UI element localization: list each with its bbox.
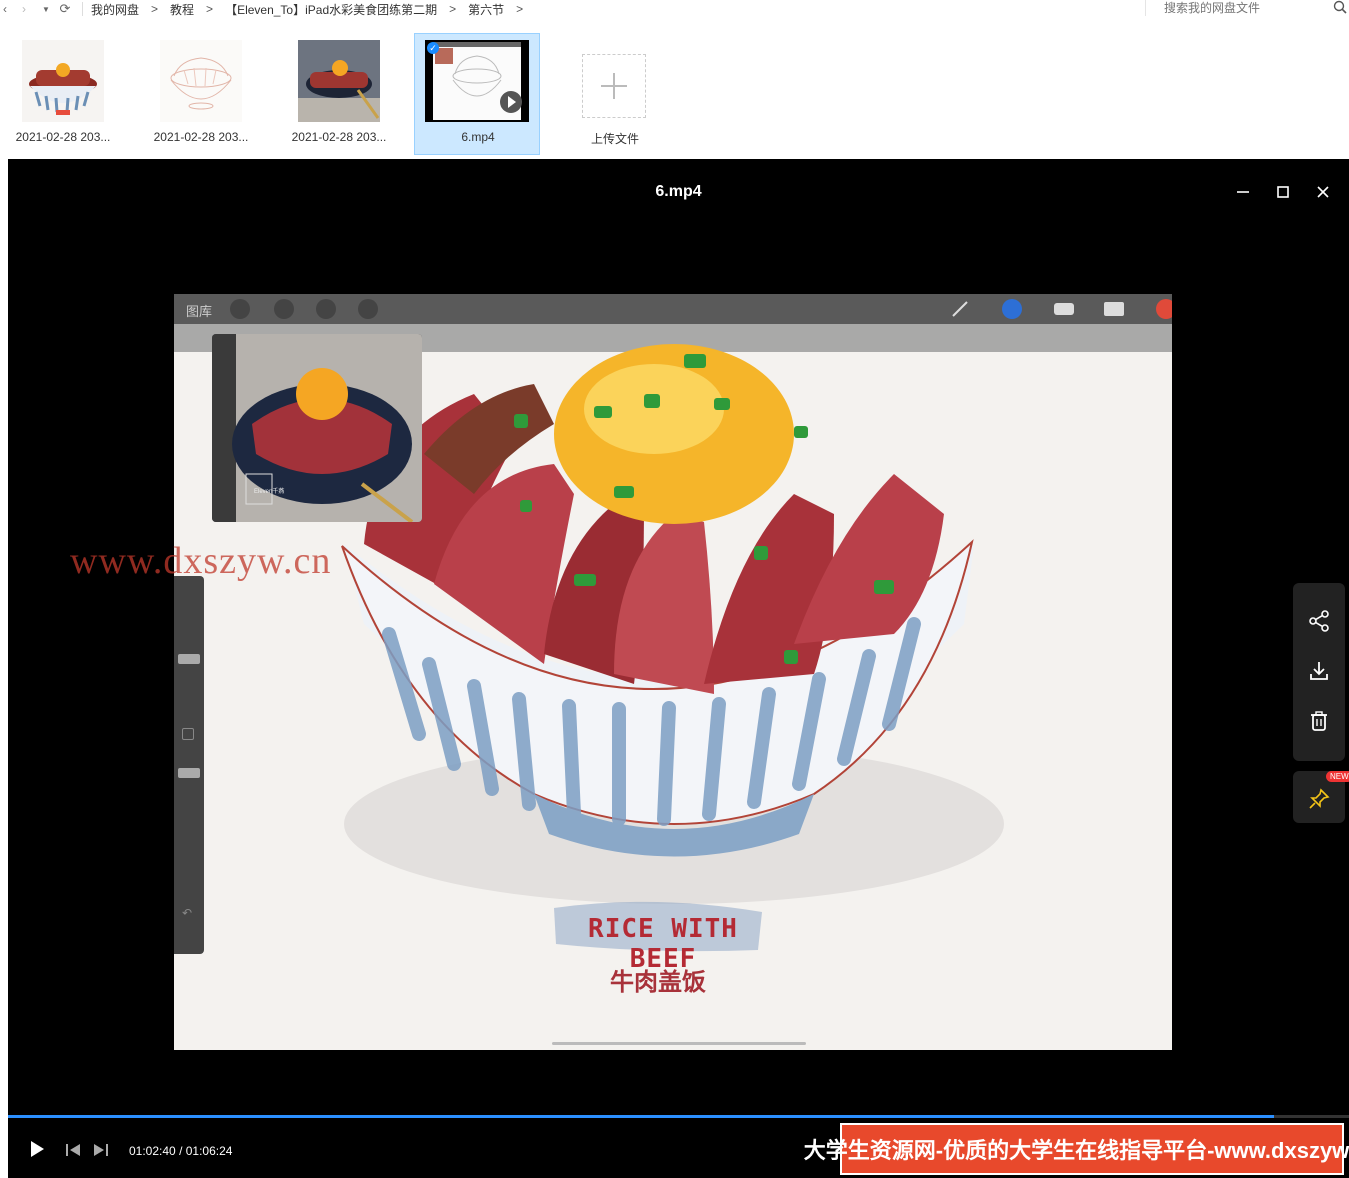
procreate-sidebar: ↶ <box>174 576 204 954</box>
progress-bar[interactable] <box>8 1115 1349 1118</box>
search-box <box>1145 0 1349 16</box>
time-separator: / <box>179 1144 183 1158</box>
promo-banner: 大学生资源网-优质的大学生在线指导平台-www.dxszyw.cn <box>804 1123 1349 1175</box>
video-frame[interactable]: 图库 RICE WITH BEEF 牛肉盖饭 Eleven千燕 ↶ <box>174 294 1186 1050</box>
art-subtitle: 牛肉盖饭 <box>610 969 706 996</box>
progress-fill <box>8 1115 1274 1118</box>
reference-label: Eleven千燕 <box>254 489 285 495</box>
next-icon[interactable] <box>92 1142 110 1158</box>
upload-file-button[interactable]: 上传文件 <box>552 34 678 154</box>
total-time: 01:06:24 <box>185 1144 233 1158</box>
sketch-thumbnail <box>160 40 242 122</box>
opacity-slider <box>178 768 200 778</box>
breadcrumb-separator: > <box>151 2 159 16</box>
current-time: 01:02:40 <box>129 1144 176 1158</box>
video-thumbnail <box>425 40 529 122</box>
player-title: 6.mp4 <box>655 183 702 200</box>
file-item-photo[interactable]: 2021-02-28 203... <box>276 34 402 154</box>
undo-icon: ↶ <box>182 906 193 920</box>
divider <box>82 2 83 16</box>
breadcrumb-my-drive[interactable]: 我的网盘 <box>91 1 139 18</box>
file-item-video[interactable]: ✓ 6.mp4 <box>414 33 540 155</box>
plus-icon <box>582 54 646 118</box>
file-name: 2021-02-28 203... <box>15 130 111 144</box>
breadcrumb-bar: ‹ › ▼ ⟳ 我的网盘 > 教程 > 【Eleven_To】iPad水彩美食团… <box>0 0 1349 18</box>
breadcrumb-separator: > <box>206 2 214 16</box>
pin-icon <box>1309 788 1330 809</box>
file-name: 2021-02-28 203... <box>153 130 249 144</box>
breadcrumb-tutorials[interactable]: 教程 <box>170 1 194 18</box>
video-player: 6.mp4 图库 RICE WITH BEEF 牛肉盖饭 Eleven千燕 ↶ … <box>8 159 1349 1178</box>
file-name: 2021-02-28 203... <box>291 130 387 144</box>
previous-icon[interactable] <box>64 1142 82 1158</box>
refresh-icon[interactable]: ⟳ <box>54 0 76 18</box>
side-action-panel <box>1293 583 1345 761</box>
file-item-image[interactable]: 2021-02-28 203... <box>0 34 126 154</box>
back-button[interactable]: ‹ <box>0 0 10 18</box>
time-display: 01:02:40 / 01:06:24 <box>129 1144 232 1158</box>
modify-button-icon <box>182 728 194 740</box>
share-icon[interactable] <box>1307 609 1331 633</box>
breadcrumb-separator: > <box>449 2 457 16</box>
breadcrumb-course[interactable]: 【Eleven_To】iPad水彩美食团练第二期 <box>225 1 437 18</box>
search-icon[interactable] <box>1333 0 1347 14</box>
file-item-sketch[interactable]: 2021-02-28 203... <box>138 34 264 154</box>
delete-icon[interactable] <box>1307 709 1331 733</box>
scroll-indicator <box>552 1042 806 1045</box>
play-icon[interactable] <box>28 1139 46 1159</box>
brush-size-slider <box>178 654 200 664</box>
forward-button[interactable]: › <box>10 0 38 18</box>
selected-check-icon[interactable]: ✓ <box>427 42 439 54</box>
close-icon[interactable] <box>1312 181 1334 203</box>
breadcrumb-separator: > <box>516 2 524 16</box>
file-name: 6.mp4 <box>461 130 495 144</box>
maximize-icon[interactable] <box>1272 181 1294 203</box>
reference-image-window: Eleven千燕 <box>212 334 422 522</box>
search-input[interactable] <box>1164 1 1324 15</box>
history-dropdown-icon[interactable]: ▼ <box>38 0 54 18</box>
file-list: 2021-02-28 203... 2021-02-28 203... 2021… <box>0 28 1349 158</box>
download-icon[interactable] <box>1307 659 1331 683</box>
photo-thumbnail <box>298 40 380 122</box>
minimize-icon[interactable] <box>1232 181 1254 203</box>
upload-label: 上传文件 <box>590 132 639 146</box>
watermark-text: www.dxszyw.cn <box>70 540 332 582</box>
new-badge: NEW <box>1326 771 1349 782</box>
breadcrumb-section[interactable]: 第六节 <box>468 1 504 18</box>
image-thumbnail <box>22 40 104 122</box>
